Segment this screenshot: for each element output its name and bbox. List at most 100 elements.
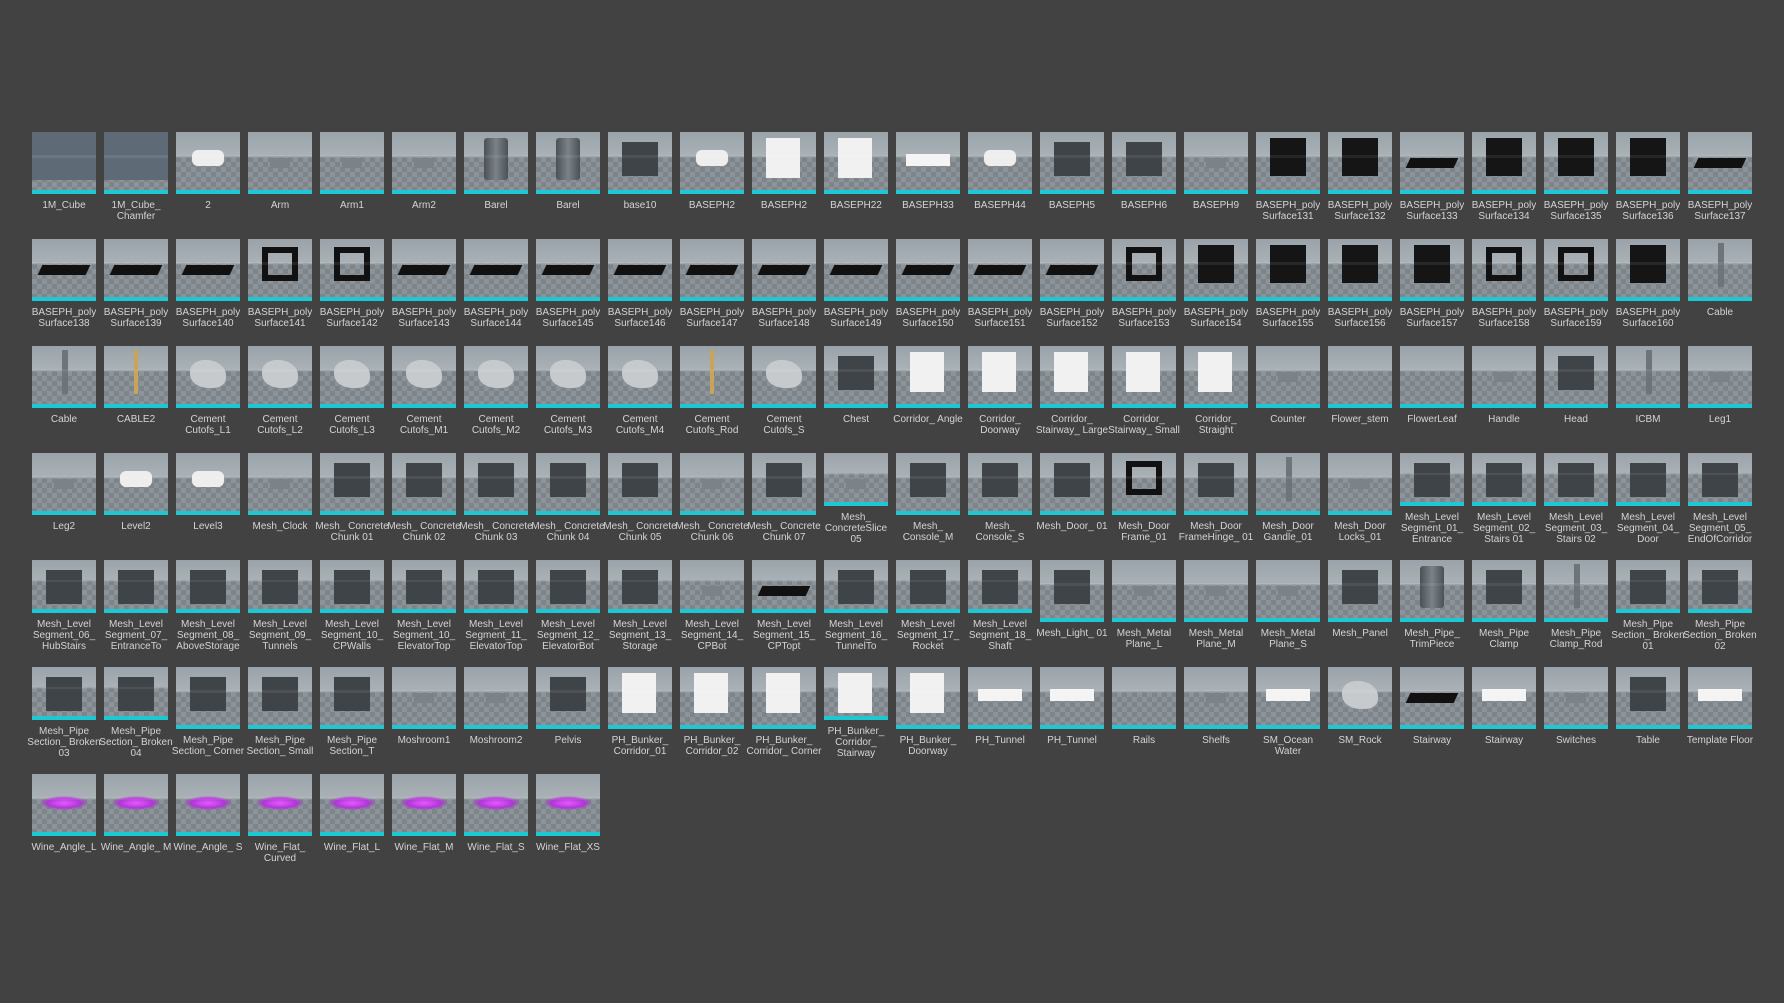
asset-tile[interactable]: Mesh_Pipe Clamp	[1472, 560, 1536, 652]
asset-tile[interactable]: Wine_Flat_M	[392, 774, 456, 866]
asset-tile[interactable]: Mesh_Level Segment_10_ CPWalls	[320, 560, 384, 652]
asset-tile[interactable]: BASEPH_poly Surface158	[1472, 239, 1536, 331]
asset-tile[interactable]: Cement Cutofs_M3	[536, 346, 600, 438]
asset-tile[interactable]: BASEPH_poly Surface139	[104, 239, 168, 331]
asset-tile[interactable]: BASEPH22	[824, 132, 888, 224]
asset-tile[interactable]: Mesh_Pipe Section_ Small	[247, 667, 313, 759]
asset-tile[interactable]: PH_Bunker_ Corridor_ Stairway	[824, 667, 888, 759]
asset-tile[interactable]: Mesh_Pipe_ TrimPiece	[1400, 560, 1464, 652]
asset-tile[interactable]: base10	[608, 132, 672, 224]
asset-tile[interactable]: Cable	[32, 346, 96, 438]
asset-tile[interactable]: BASEPH5	[1040, 132, 1104, 224]
asset-tile[interactable]: SM_Ocean Water	[1256, 667, 1320, 759]
asset-tile[interactable]: Barel	[464, 132, 528, 224]
asset-tile[interactable]: Mesh_Metal Plane_L	[1112, 560, 1176, 652]
asset-tile[interactable]: SM_Rock	[1328, 667, 1392, 759]
asset-tile[interactable]: Chest	[824, 346, 888, 438]
asset-tile[interactable]: Mesh_Level Segment_09_ Tunnels	[248, 560, 312, 652]
asset-tile[interactable]: PH_Tunnel	[968, 667, 1032, 759]
asset-tile[interactable]: Flower_stem	[1328, 346, 1392, 438]
asset-tile[interactable]: 2	[176, 132, 240, 224]
asset-tile[interactable]: Rails	[1112, 667, 1176, 759]
asset-tile[interactable]: BASEPH_poly Surface136	[1616, 132, 1680, 224]
asset-tile[interactable]: Mesh_Light_ 01	[1036, 560, 1108, 652]
asset-tile[interactable]: Mesh_ ConcreteSlice 05	[824, 453, 888, 545]
asset-tile[interactable]: BASEPH_poly Surface133	[1400, 132, 1464, 224]
asset-tile[interactable]: BASEPH_poly Surface143	[392, 239, 456, 331]
asset-tile[interactable]: Wine_Flat_ Curved	[248, 774, 312, 866]
asset-tile[interactable]: BASEPH_poly Surface151	[968, 239, 1032, 331]
asset-tile[interactable]: BASEPH_poly Surface145	[536, 239, 600, 331]
asset-tile[interactable]: Stairway	[1472, 667, 1536, 759]
asset-tile[interactable]: ICBM	[1616, 346, 1680, 438]
asset-tile[interactable]: BASEPH_poly Surface159	[1544, 239, 1608, 331]
asset-tile[interactable]: BASEPH_poly Surface154	[1184, 239, 1248, 331]
asset-tile[interactable]: BASEPH_poly Surface144	[464, 239, 528, 331]
asset-tile[interactable]: Mesh_Pipe Section_ Corner	[172, 667, 244, 759]
asset-tile[interactable]: Mesh_Pipe Section_ Broken 03	[27, 667, 101, 759]
asset-tile[interactable]: BASEPH_poly Surface135	[1544, 132, 1608, 224]
asset-tile[interactable]: BASEPH_poly Surface142	[320, 239, 384, 331]
asset-tile[interactable]: BASEPH_poly Surface132	[1328, 132, 1392, 224]
asset-tile[interactable]: Mesh_Pipe Section_ Broken 02	[1683, 560, 1757, 652]
asset-tile[interactable]: BASEPH_poly Surface150	[896, 239, 960, 331]
asset-tile[interactable]: Corridor_ Stairway_ Small	[1108, 346, 1180, 438]
asset-tile[interactable]: BASEPH_poly Surface148	[752, 239, 816, 331]
asset-tile[interactable]: BASEPH_poly Surface140	[176, 239, 240, 331]
asset-tile[interactable]: BASEPH_poly Surface160	[1616, 239, 1680, 331]
asset-tile[interactable]: Cement Cutofs_L1	[176, 346, 240, 438]
asset-tile[interactable]: Cement Cutofs_S	[752, 346, 816, 438]
asset-tile[interactable]: Mesh_Level Segment_06_ HubStairs	[32, 560, 96, 652]
asset-tile[interactable]: BASEPH2	[752, 132, 816, 224]
asset-tile[interactable]: Mesh_Level Segment_02_ Stairs 01	[1472, 453, 1536, 545]
asset-tile[interactable]: Mesh_Level Segment_08_ AboveStorage	[176, 560, 240, 652]
asset-tile[interactable]: Level2	[104, 453, 168, 545]
asset-tile[interactable]: Mesh_Metal Plane_M	[1184, 560, 1248, 652]
asset-tile[interactable]: Leg1	[1688, 346, 1752, 438]
asset-tile[interactable]: Corridor_ Straight	[1184, 346, 1248, 438]
asset-tile[interactable]: Mesh_Pipe Section_ Broken 01	[1611, 560, 1685, 652]
asset-tile[interactable]: FlowerLeaf	[1400, 346, 1464, 438]
asset-tile[interactable]: Mesh_Level Segment_18_ Shaft	[968, 560, 1032, 652]
asset-tile[interactable]: Mesh_Level Segment_05_ EndOfCorridor	[1688, 453, 1752, 545]
asset-tile[interactable]: BASEPH2	[680, 132, 744, 224]
asset-tile[interactable]: PH_Bunker_ Corridor_01	[608, 667, 672, 759]
asset-tile[interactable]: Wine_Angle_ S	[174, 774, 242, 866]
asset-tile[interactable]: Cement Cutofs_M1	[392, 346, 456, 438]
asset-tile[interactable]: Mesh_ Concrete Chunk 03	[459, 453, 533, 545]
asset-tile[interactable]: Mesh_ Concrete Chunk 06	[675, 453, 749, 545]
asset-tile[interactable]: Stairway	[1400, 667, 1464, 759]
asset-tile[interactable]: PH_Tunnel	[1040, 667, 1104, 759]
asset-tile[interactable]: PH_Bunker_ Doorway	[896, 667, 960, 759]
asset-tile[interactable]: BASEPH_poly Surface138	[32, 239, 96, 331]
asset-tile[interactable]: Arm1	[320, 132, 384, 224]
asset-tile[interactable]: BASEPH_poly Surface153	[1112, 239, 1176, 331]
asset-tile[interactable]: Mesh_ Console_M	[896, 453, 960, 545]
asset-tile[interactable]: Cement Cutofs_M2	[464, 346, 528, 438]
asset-tile[interactable]: BASEPH_poly Surface146	[608, 239, 672, 331]
asset-tile[interactable]: BASEPH_poly Surface155	[1256, 239, 1320, 331]
asset-tile[interactable]: Mesh_ Concrete Chunk 05	[603, 453, 677, 545]
asset-tile[interactable]: Mesh_Pipe Clamp_Rod	[1544, 560, 1608, 652]
asset-tile[interactable]: Mesh_ Concrete Chunk 02	[387, 453, 461, 545]
asset-tile[interactable]: Head	[1544, 346, 1608, 438]
asset-tile[interactable]: Corridor_ Doorway	[968, 346, 1032, 438]
asset-tile[interactable]: Cable	[1688, 239, 1752, 331]
asset-tile[interactable]: Mesh_Level Segment_11_ ElevatorTop	[464, 560, 528, 652]
asset-tile[interactable]: Mesh_Pipe Section_ Broken 04	[99, 667, 173, 759]
asset-tile[interactable]: Mesh_Level Segment_01_ Entrance	[1400, 453, 1464, 545]
asset-tile[interactable]: Moshroom2	[464, 667, 528, 759]
asset-tile[interactable]: Pelvis	[536, 667, 600, 759]
asset-tile[interactable]: 1M_Cube_ Chamfer	[104, 132, 168, 224]
asset-tile[interactable]: Table	[1616, 667, 1680, 759]
asset-tile[interactable]: Wine_Flat_XS	[536, 774, 600, 866]
asset-tile[interactable]: Mesh_Level Segment_15_ CPTopt	[752, 560, 816, 652]
asset-tile[interactable]: BASEPH_poly Surface134	[1472, 132, 1536, 224]
asset-tile[interactable]: Mesh_Level Segment_03_ Stairs 02	[1544, 453, 1608, 545]
asset-tile[interactable]: Barel	[536, 132, 600, 224]
asset-tile[interactable]: Mesh_Clock	[248, 453, 312, 545]
asset-tile[interactable]: BASEPH_poly Surface149	[824, 239, 888, 331]
asset-tile[interactable]: Mesh_ Console_S	[968, 453, 1032, 545]
asset-tile[interactable]: BASEPH6	[1112, 132, 1176, 224]
asset-tile[interactable]: Mesh_Panel	[1328, 560, 1392, 652]
